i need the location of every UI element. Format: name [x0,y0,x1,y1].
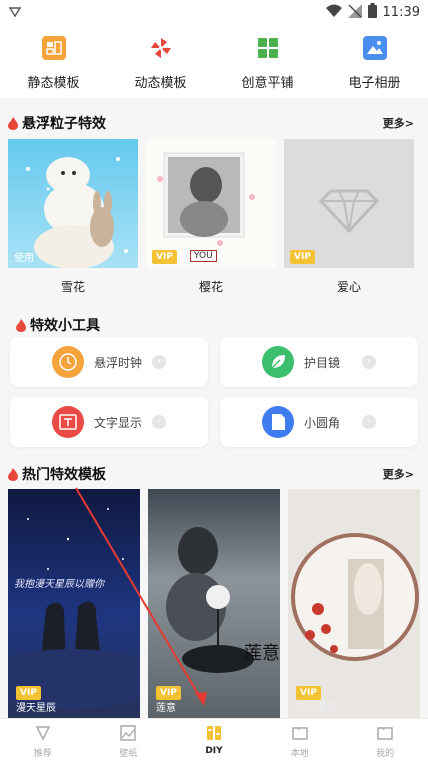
photo-album-icon [362,36,387,60]
particle-card-snow[interactable]: 使用 雪花 [8,139,138,294]
leaf-icon [262,346,294,378]
flame-icon [8,116,18,130]
tool-floating-clock[interactable]: 悬浮时钟 › [10,337,208,387]
nav-photo-album[interactable]: 电子相册 [321,24,428,98]
tab-mine[interactable]: 我的 [342,719,428,762]
particle-card-sakura[interactable]: YOU VIP 樱花 [146,139,276,294]
tool-label: 悬浮时钟 [94,356,143,370]
chevron-right-icon: › [362,415,376,429]
tool-grid: 悬浮时钟 › 护目镜 › 文字显示 › 小圆角 › [10,337,418,453]
snow-thumbnail: 使用 [8,139,138,268]
section-title-tools: 特效小工具 [16,315,100,335]
hot-card-flower[interactable]: VIP 花间漫画 [288,489,420,718]
section-title-particles: 悬浮粒子特效 [8,113,106,133]
starry-art-text: 我抱漫天星辰以赠你 [14,579,104,590]
card-caption: 爱心 [336,280,361,294]
card-caption: 雪花 [60,280,85,294]
text-display-icon [52,406,84,438]
tool-label: 文字显示 [94,416,143,430]
you-label: YOU [190,250,217,262]
particle-cards: 使用 雪花 YOU VIP 樱花 VIP 爱心 [8,139,420,294]
heart-thumbnail: VIP [284,139,414,268]
tool-label: 护目镜 [304,356,341,370]
tool-rounded-corner[interactable]: 小圆角 › [220,397,418,447]
recommend-icon [35,726,51,741]
nav-label: 静态模板 [27,76,80,91]
tool-eye-protection[interactable]: 护目镜 › [220,337,418,387]
section-title-hot: 热门特效模板 [8,464,106,484]
card-caption: 莲意 [156,703,176,714]
more-link-particles[interactable]: 更多> [383,115,414,131]
signal-icon [347,3,362,22]
static-template-icon [41,36,66,60]
more-link-hot[interactable]: 更多> [383,466,414,482]
diy-icon [206,726,221,740]
chevron-right-icon: › [362,355,376,369]
nav-label: 动态模板 [134,76,187,91]
hot-template-cards: 我抱漫天星辰以赠你 VIP 漫天星辰 莲意 VIP 莲意 VIP 花间漫画 [8,489,420,718]
vip-badge: VIP [152,250,177,264]
pinwheel-icon [149,36,173,60]
status-bar: 11:39 [0,0,428,24]
chevron-right-icon: › [152,415,166,429]
card-caption: 漫天星辰 [16,703,56,714]
hot-card-starry[interactable]: 我抱漫天星辰以赠你 VIP 漫天星辰 [8,489,140,718]
hot-card-lotus[interactable]: 莲意 VIP 莲意 [148,489,280,718]
wallpaper-icon [120,725,137,741]
flame-icon [16,318,26,332]
nav-label: 创意平铺 [241,76,294,91]
nav-dynamic-template[interactable]: 动态模板 [107,24,214,98]
tab-recommend[interactable]: 推荐 [0,719,86,762]
profile-folder-icon [377,727,393,740]
local-folder-icon [291,727,308,740]
particle-card-heart[interactable]: VIP 爱心 [284,139,414,294]
card-caption: 花间漫画 [296,703,336,714]
bottom-tab-bar: 推荐 壁纸 DIY 本地 我的 [0,718,428,762]
tool-text-display[interactable]: 文字显示 › [10,397,208,447]
flame-icon [8,467,18,481]
clock-icon [52,346,84,378]
sakura-thumbnail: YOU VIP [146,139,276,268]
clock-time: 11:39 [382,5,420,20]
battery-icon [367,3,377,22]
tool-label: 小圆角 [304,416,341,430]
wifi-icon [325,4,342,22]
chevron-right-icon: › [152,355,166,369]
tab-diy[interactable]: DIY [171,719,257,762]
vip-badge: VIP [16,686,41,700]
nav-static-template[interactable]: 静态模板 [0,24,107,98]
grid-icon [256,36,280,60]
rounded-corner-icon [262,406,294,438]
nav-creative-tile[interactable]: 创意平铺 [214,24,321,98]
lotus-art-text: 莲意 [244,643,280,664]
location-icon [8,4,22,23]
vip-badge: VIP [296,686,321,700]
card-caption: 樱花 [198,280,223,294]
nav-label: 电子相册 [348,76,401,91]
use-badge: 使用 [14,253,34,264]
tab-local[interactable]: 本地 [257,719,343,762]
vip-badge: VIP [156,686,181,700]
tab-wallpaper[interactable]: 壁纸 [86,719,172,762]
vip-badge: VIP [290,250,315,264]
category-nav: 静态模板 动态模板 创意平铺 电子相册 [0,24,428,98]
